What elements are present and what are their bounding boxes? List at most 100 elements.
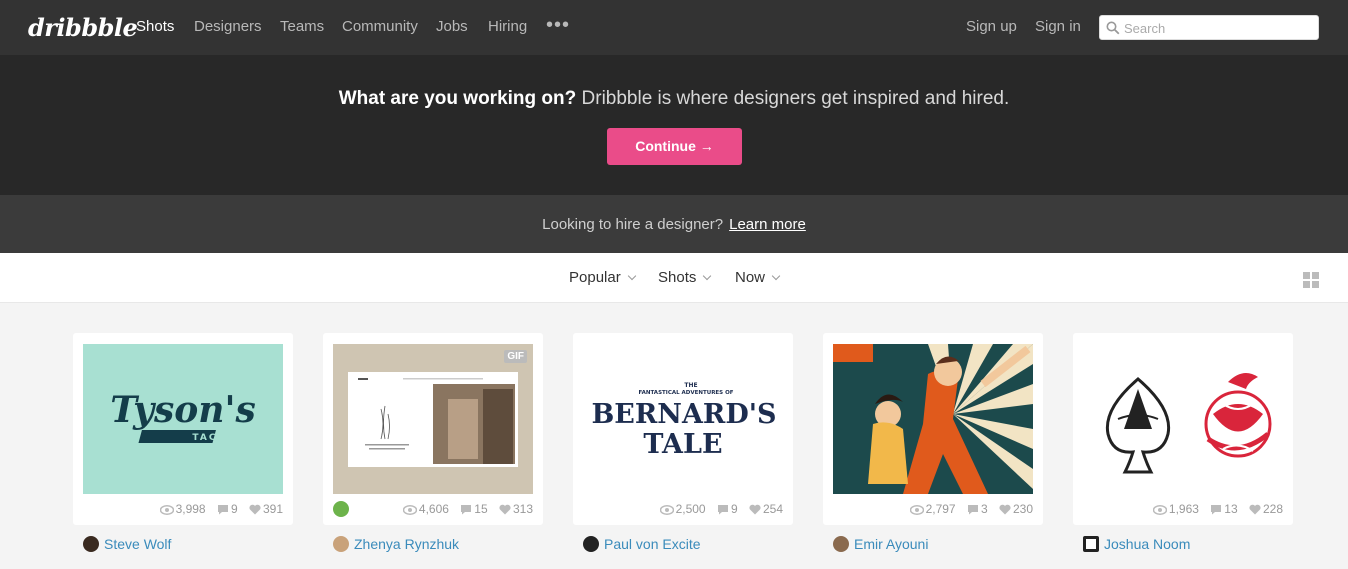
shot-author[interactable]: Joshua Noom xyxy=(1083,536,1190,552)
website-mockup-artwork xyxy=(348,372,518,467)
filter-shots[interactable]: Shots xyxy=(658,269,712,286)
hire-text: Looking to hire a designer? Learn more xyxy=(0,216,1348,233)
shot-image[interactable] xyxy=(833,344,1033,494)
nav-community[interactable]: Community xyxy=(342,18,418,35)
comments-stat: 15 xyxy=(460,502,488,516)
search-box xyxy=(1099,15,1319,40)
signin-link[interactable]: Sign in xyxy=(1035,18,1081,35)
heart-icon xyxy=(249,504,261,515)
banner-statement: Dribbble is where designers get inspired… xyxy=(581,88,1010,109)
likes-stat[interactable]: 254 xyxy=(749,502,783,516)
comments-stat: 9 xyxy=(717,502,738,516)
author-name[interactable]: Emir Ayouni xyxy=(854,536,928,552)
art-small: THE xyxy=(684,382,697,389)
chevron-down-icon xyxy=(771,271,781,281)
avatar[interactable] xyxy=(333,536,349,552)
eye-icon xyxy=(402,505,418,515)
shot-card[interactable]: THE FANTASTICAL ADVENTURES OF BERNARD'S … xyxy=(573,333,793,525)
signup-banner: What are you working on? Dribbble is whe… xyxy=(0,55,1348,195)
eye-icon xyxy=(659,505,674,515)
shot-image[interactable] xyxy=(1083,344,1283,494)
dribbble-logo[interactable]: dribbble xyxy=(28,13,138,42)
shot-author[interactable]: Steve Wolf xyxy=(83,536,171,552)
eye-icon xyxy=(1152,505,1168,515)
banner-text: What are you working on? Dribbble is whe… xyxy=(0,88,1348,110)
banner-question: What are you working on? xyxy=(338,88,577,109)
likes-stat[interactable]: 391 xyxy=(249,502,283,516)
shot-author[interactable]: Paul von Excite xyxy=(583,536,701,552)
comments-stat: 3 xyxy=(967,502,988,516)
nav-shots[interactable]: Shots xyxy=(136,18,174,35)
shot-image[interactable]: GIF xyxy=(333,344,533,494)
hire-question: Looking to hire a designer? xyxy=(542,216,724,233)
nav-designers[interactable]: Designers xyxy=(194,18,262,35)
heart-icon xyxy=(499,504,511,515)
signup-link[interactable]: Sign up xyxy=(966,18,1017,35)
shot-image[interactable]: Tyson's TACOS xyxy=(83,344,283,494)
comment-icon xyxy=(1211,505,1222,515)
more-menu-icon[interactable]: ••• xyxy=(546,14,570,37)
comment-icon xyxy=(217,505,228,515)
likes-stat[interactable]: 230 xyxy=(999,502,1033,516)
nav-hiring[interactable]: Hiring xyxy=(488,18,527,35)
continue-button[interactable]: Continue → xyxy=(607,128,742,165)
avatar[interactable] xyxy=(583,536,599,552)
shot-card[interactable]: Tyson's TACOS 3,998 9 391 xyxy=(73,333,293,525)
likes-stat[interactable]: 313 xyxy=(499,502,533,516)
author-name[interactable]: Joshua Noom xyxy=(1104,536,1190,552)
comment-icon xyxy=(717,505,728,515)
comment-icon xyxy=(967,505,978,515)
avatar[interactable] xyxy=(833,536,849,552)
filter-now-label: Now xyxy=(735,269,766,286)
tysons-tacos-artwork: Tyson's TACOS xyxy=(110,389,256,443)
search-input[interactable] xyxy=(1124,18,1314,38)
search-icon xyxy=(1106,21,1120,35)
avatar[interactable] xyxy=(83,536,99,552)
author-name[interactable]: Paul von Excite xyxy=(604,536,701,552)
heart-icon xyxy=(999,504,1011,515)
grid-view-icon[interactable] xyxy=(1303,272,1319,288)
art-subtitle: TACOS xyxy=(192,433,235,443)
nav-teams[interactable]: Teams xyxy=(280,18,324,35)
learn-more-link[interactable]: Learn more xyxy=(729,216,806,233)
art-mid: FANTASTICAL ADVENTURES OF xyxy=(639,390,734,396)
art-line1: BERNARD'S xyxy=(591,399,776,430)
eye-icon xyxy=(909,505,924,515)
shot-author[interactable]: Zhenya Rynzhuk xyxy=(333,536,459,552)
author-name[interactable]: Zhenya Rynzhuk xyxy=(354,536,459,552)
author-name[interactable]: Steve Wolf xyxy=(104,536,171,552)
shot-stats: 2,797 3 230 xyxy=(902,502,1033,516)
filter-popular-label: Popular xyxy=(569,269,621,286)
shot-stats: 3,998 9 391 xyxy=(152,502,283,516)
spade-snake-artwork xyxy=(1105,373,1272,474)
hire-bar: Looking to hire a designer? Learn more xyxy=(0,195,1348,253)
heart-icon xyxy=(749,504,761,515)
likes-stat[interactable]: 228 xyxy=(1249,502,1283,516)
shot-author[interactable]: Emir Ayouni xyxy=(833,536,928,552)
filter-shots-label: Shots xyxy=(658,269,697,286)
shot-card[interactable]: 2,797 3 230 xyxy=(823,333,1043,525)
comments-stat: 9 xyxy=(217,502,238,516)
comment-icon xyxy=(461,505,472,515)
retro-poster-artwork xyxy=(833,344,1033,494)
shot-stats: 1,963 13 228 xyxy=(1145,502,1283,516)
rebound-icon[interactable] xyxy=(333,501,349,517)
shot-image[interactable]: THE FANTASTICAL ADVENTURES OF BERNARD'S … xyxy=(583,344,783,494)
filter-popular[interactable]: Popular xyxy=(569,269,636,286)
chevron-down-icon xyxy=(627,271,636,281)
top-nav: dribbble Shots Designers Teams Community… xyxy=(0,0,1348,55)
nav-jobs[interactable]: Jobs xyxy=(436,18,468,35)
views-stat: 1,963 xyxy=(1152,502,1199,516)
eye-icon xyxy=(159,505,174,515)
views-stat: 2,797 xyxy=(909,502,956,516)
art-line2: TALE xyxy=(643,429,722,460)
views-stat: 3,998 xyxy=(159,502,206,516)
shot-stats: 2,500 9 254 xyxy=(652,502,783,516)
filter-now[interactable]: Now xyxy=(735,269,781,286)
avatar[interactable] xyxy=(1083,536,1099,552)
shot-card[interactable]: GIF 4,606 15 313 xyxy=(323,333,543,525)
heart-icon xyxy=(1249,504,1261,515)
shot-card[interactable]: 1,963 13 228 xyxy=(1073,333,1293,525)
shot-stats: 4,606 15 313 xyxy=(395,502,533,516)
views-stat: 2,500 xyxy=(659,502,706,516)
